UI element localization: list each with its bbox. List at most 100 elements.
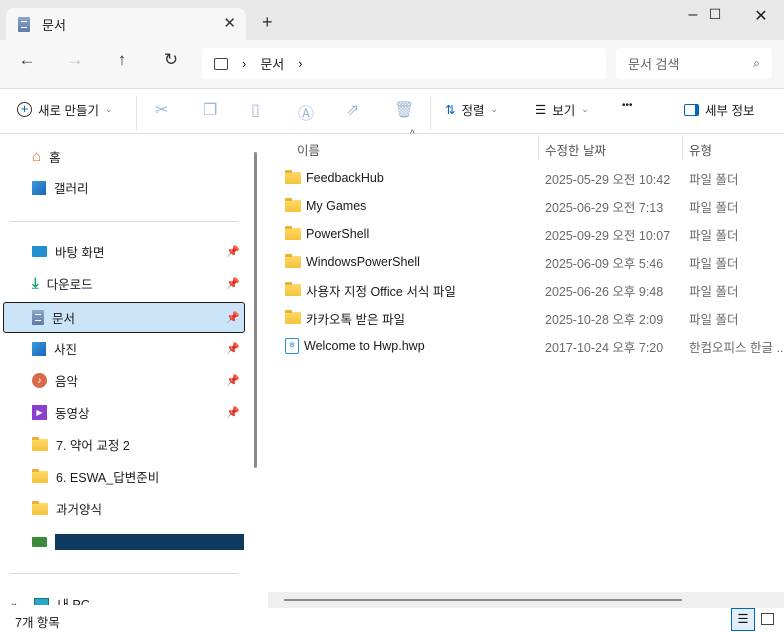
item-count: 7개 항목 (15, 616, 60, 630)
file-name: 카카오톡 받은 파일 (306, 312, 405, 327)
sidebar-item-folder[interactable]: 7. 약어 교정 2 (4, 429, 244, 460)
details-label: 세부 정보 (705, 104, 755, 118)
sidebar-item-pictures[interactable]: 사진 📌 (4, 333, 244, 364)
file-name: 사용자 지정 Office 서식 파일 (306, 284, 456, 299)
search-input[interactable]: 문서 검색 ⌕ (616, 48, 772, 79)
pin-icon[interactable]: 📌 (226, 245, 240, 258)
sort-ascending-icon: ^ (410, 129, 415, 140)
delete-icon[interactable]: 🗑 (394, 100, 414, 120)
chevron-right-icon[interactable]: › (298, 56, 302, 71)
back-button[interactable]: ← (13, 50, 41, 70)
sidebar-item-documents[interactable]: 문서 📌 (3, 302, 245, 333)
sidebar-item-videos[interactable]: ▶ 동영상 📌 (4, 397, 244, 428)
pin-icon[interactable]: 📌 (226, 311, 240, 324)
file-name-cell: 사용자 지정 Office 서식 파일 (285, 281, 456, 300)
file-row[interactable]: PowerShell 2025-09-29 오전 10:07 파일 폴더 (265, 220, 784, 248)
home-icon: ⌂ (32, 148, 42, 165)
sidebar-item-folder[interactable]: 과거양식 (4, 493, 244, 524)
folder-icon (285, 282, 301, 296)
pin-icon[interactable]: 📌 (226, 342, 240, 355)
status-bar: 7개 항목 ☰ (0, 608, 784, 632)
file-row[interactable]: 사용자 지정 Office 서식 파일 2025-06-26 오후 9:48 파일 … (265, 276, 784, 304)
paste-icon[interactable]: ▯ (251, 100, 260, 120)
cut-icon[interactable]: ✂ (155, 100, 168, 120)
sidebar-item-label: 동영상 (55, 407, 90, 421)
file-date: 2025-10-28 오후 2:09 (545, 312, 664, 327)
maximize-button[interactable]: ☐ (692, 6, 738, 23)
column-type[interactable]: 유형 (689, 140, 712, 159)
file-type: 파일 폴더 (689, 228, 739, 243)
file-date: 2017-10-24 오후 7:20 (545, 340, 664, 355)
pin-icon[interactable]: 📌 (226, 374, 240, 387)
file-type: 파일 폴더 (689, 312, 739, 327)
copy-icon[interactable]: ❐ (203, 100, 217, 120)
file-row[interactable]: 카카오톡 받은 파일 2025-10-28 오후 2:09 파일 폴더 (265, 304, 784, 332)
file-row[interactable]: WindowsPowerShell 2025-06-09 오후 5:46 파일 폴더 (265, 248, 784, 276)
pictures-icon (32, 341, 46, 356)
file-row[interactable]: My Games 2025-06-29 오전 7:13 파일 폴더 (265, 192, 784, 220)
list-view-icon: ☰ (535, 103, 547, 117)
file-name-cell: ㅎ Welcome to Hwp.hwp (285, 338, 425, 354)
column-header: 이름 ^ 수정한 날짜 유형 (265, 129, 784, 160)
divider (430, 96, 431, 130)
folder-icon (285, 170, 301, 184)
pin-icon[interactable]: 📌 (226, 406, 240, 419)
scrollbar-thumb[interactable] (284, 599, 682, 601)
folder-icon (285, 198, 301, 212)
column-date[interactable]: 수정한 날짜 (545, 140, 606, 159)
sidebar-item-gallery[interactable]: 갤러리 (4, 172, 244, 203)
column-name[interactable]: 이름 (297, 140, 320, 159)
pin-icon[interactable]: 📌 (226, 277, 240, 290)
chevron-right-icon[interactable]: › (242, 56, 246, 71)
up-button[interactable]: ↑ (108, 50, 136, 70)
share-icon[interactable]: ⇗ (346, 100, 359, 120)
sidebar-item-label: 음악 (55, 375, 79, 389)
sidebar-item-label: 내 PC (57, 598, 90, 605)
videos-icon: ▶ (32, 405, 47, 420)
sidebar-item-desktop[interactable]: 바탕 화면 📌 (4, 236, 244, 267)
pc-icon (214, 57, 228, 70)
documents-icon (32, 310, 44, 325)
breadcrumb-documents[interactable]: 문서 (260, 54, 284, 73)
plus-circle-icon: + (17, 102, 32, 117)
sidebar-item-home[interactable]: ⌂ 홈 (4, 141, 244, 172)
view-button[interactable]: ☰ 보기 ⌄ (535, 100, 589, 119)
new-tab-button[interactable]: + (262, 12, 273, 33)
file-name: FeedbackHub (306, 171, 384, 185)
folder-icon (32, 436, 48, 451)
hwp-file-icon: ㅎ (285, 338, 299, 354)
sidebar-item-network-drive[interactable] (4, 526, 244, 557)
sidebar-item-folder[interactable]: 6. ESWA_답변준비 (4, 461, 244, 492)
folder-icon (285, 226, 301, 240)
divider[interactable] (538, 135, 539, 160)
tab-documents[interactable]: 문서 ✕ (6, 8, 246, 40)
forward-button[interactable]: → (61, 50, 89, 70)
address-bar[interactable]: › 문서 › (202, 48, 606, 79)
sidebar-item-downloads[interactable]: ⤓ 다운로드 📌 (4, 268, 244, 299)
file-row[interactable]: ㅎ Welcome to Hwp.hwp 2017-10-24 오후 7:20 한컴오… (265, 332, 784, 360)
sidebar-item-label: 과거양식 (56, 503, 103, 517)
sidebar-item-music[interactable]: ♪ 음악 📌 (4, 365, 244, 396)
file-date: 2025-09-29 오전 10:07 (545, 228, 671, 243)
download-icon: ⤓ (32, 275, 39, 292)
details-pane-button[interactable]: 세부 정보 (684, 100, 754, 119)
chevron-down-icon[interactable]: ⌄ (10, 598, 18, 605)
documents-icon (18, 16, 30, 32)
sidebar-item-this-pc[interactable]: ⌄ 내 PC (4, 588, 244, 605)
tiles-view-button[interactable] (761, 613, 774, 625)
new-button[interactable]: + 새로 만들기 ⌄ (17, 100, 113, 119)
details-view-button[interactable]: ☰ (731, 608, 755, 631)
refresh-button[interactable]: ↻ (157, 50, 185, 70)
file-date: 2025-06-09 오후 5:46 (545, 256, 664, 271)
sidebar-scrollbar[interactable] (254, 152, 257, 468)
gallery-icon (32, 180, 46, 195)
more-options-button[interactable]: ••• (622, 100, 633, 111)
sort-button[interactable]: ⇅ 정렬 ⌄ (445, 100, 498, 119)
folder-icon (285, 254, 301, 268)
close-window-button[interactable]: ✕ (738, 6, 784, 26)
chevron-down-icon: ⌄ (581, 104, 589, 114)
rename-icon[interactable]: Ⓐ (298, 100, 314, 124)
divider[interactable] (682, 135, 683, 160)
close-tab-icon[interactable]: ✕ (223, 14, 236, 32)
file-row[interactable]: FeedbackHub 2025-05-29 오전 10:42 파일 폴더 (265, 164, 784, 192)
